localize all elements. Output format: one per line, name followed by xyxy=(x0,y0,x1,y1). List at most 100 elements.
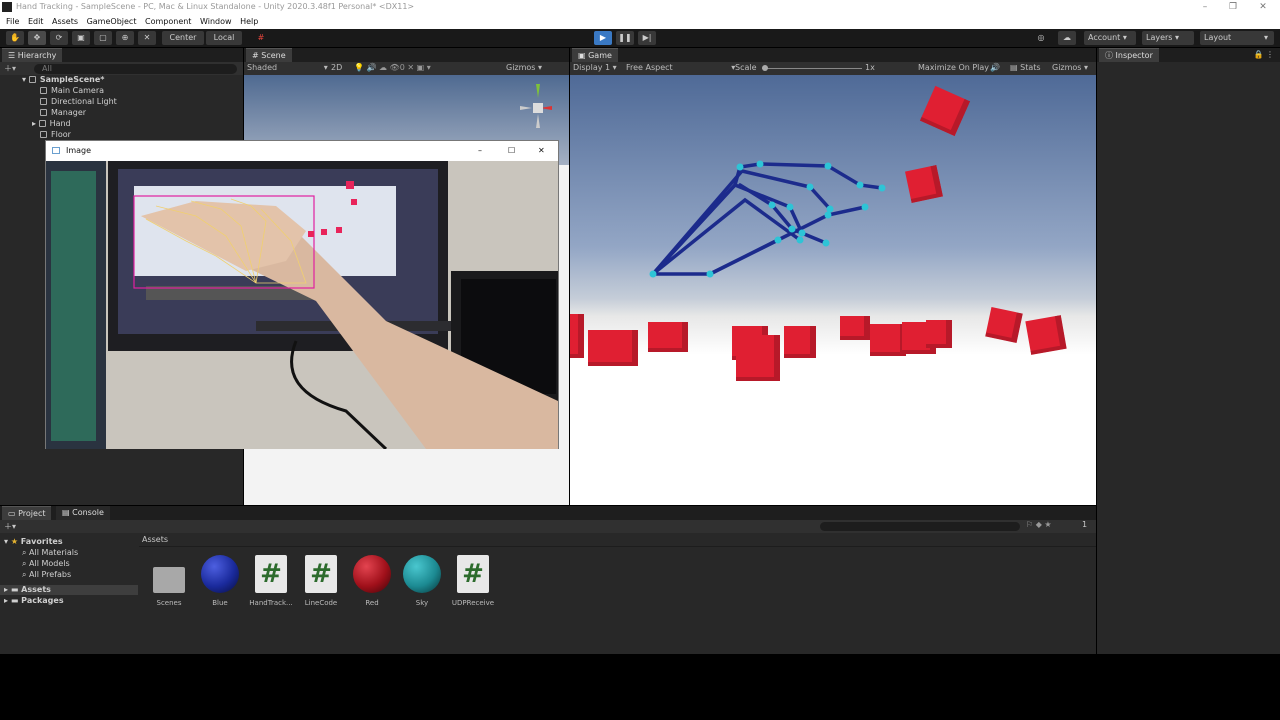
image-close-icon[interactable]: ✕ xyxy=(538,141,545,161)
collab-icon[interactable]: ◎ xyxy=(1034,31,1048,45)
layers-dropdown[interactable]: Layers ▾ xyxy=(1142,31,1194,45)
pivot-center-button[interactable]: Center xyxy=(162,31,204,45)
menu-window[interactable]: Window xyxy=(200,15,232,29)
shading-mode-dropdown[interactable]: Shaded ▾ xyxy=(247,63,328,72)
hierarchy-item-floor[interactable]: Floor xyxy=(40,130,71,140)
game-gizmos-dropdown[interactable]: Gizmos ▾ xyxy=(1052,63,1088,72)
maximize-on-play-toggle[interactable]: Maximize On Play xyxy=(918,63,989,72)
asset-sky[interactable]: Sky xyxy=(397,555,447,607)
hierarchy-item-label: Floor xyxy=(51,130,71,139)
menu-component[interactable]: Component xyxy=(145,15,191,29)
aspect-dropdown[interactable]: Free Aspect ▾ xyxy=(626,63,735,72)
image-maximize-icon[interactable]: ☐ xyxy=(508,141,515,161)
rotate-tool-icon[interactable]: ⟳ xyxy=(50,31,68,45)
gameobject-icon xyxy=(40,109,47,116)
stats-toggle[interactable]: ▤ Stats xyxy=(1010,63,1041,72)
account-label: Account xyxy=(1088,33,1121,42)
asset-linecode[interactable]: # LineCode xyxy=(296,555,346,607)
project-breadcrumb: Assets xyxy=(139,533,1096,547)
tab-project[interactable]: ▭ Project xyxy=(2,506,52,520)
step-button[interactable]: ▶| xyxy=(638,31,656,45)
close-icon[interactable]: ✕ xyxy=(1248,0,1278,14)
red-cube xyxy=(570,314,584,358)
material-sphere-icon xyxy=(403,555,441,593)
pivot-local-button[interactable]: Local xyxy=(206,31,242,45)
menu-gameobject[interactable]: GameObject xyxy=(87,15,137,29)
pivot-center-label: Center xyxy=(169,33,197,42)
scene-root[interactable]: ▾ SampleScene* xyxy=(22,75,104,85)
transform-tool-icon[interactable]: ⊕ xyxy=(116,31,134,45)
asset-udpreceive[interactable]: # UDPReceive xyxy=(448,555,498,607)
asset-label: LineCode xyxy=(304,599,338,607)
hand-tool-icon[interactable]: ✋ xyxy=(6,31,24,45)
hierarchy-item-directional-light[interactable]: Directional Light xyxy=(40,97,117,107)
hidden-packages-count: 1 xyxy=(1082,520,1088,529)
grid-snap-icon[interactable]: # xyxy=(254,31,268,45)
rect-tool-icon[interactable]: ▢ xyxy=(94,31,112,45)
favorite-item-all-materials[interactable]: ⌕ All Materials xyxy=(22,548,78,558)
minimize-icon[interactable]: – xyxy=(1190,0,1220,14)
favorite-item-all-prefabs[interactable]: ⌕ All Prefabs xyxy=(22,570,71,580)
asset-red[interactable]: Red xyxy=(347,555,397,607)
2d-toggle[interactable]: 2D xyxy=(331,63,342,72)
hierarchy-item-label: Manager xyxy=(51,108,87,117)
inspector-menu-icon[interactable]: 🔒 ⋮ xyxy=(1253,50,1274,59)
gameobject-icon xyxy=(40,98,47,105)
favorite-item-all-models[interactable]: ⌕ All Models xyxy=(22,559,70,569)
favorite-item-label: All Prefabs xyxy=(29,570,72,579)
menu-assets[interactable]: Assets xyxy=(52,15,78,29)
scale-slider-handle[interactable] xyxy=(762,65,768,71)
display-dropdown[interactable]: Display 1 ▾ xyxy=(573,63,617,72)
project-add-icon[interactable]: ＋▾ xyxy=(4,521,16,532)
red-cube xyxy=(648,322,688,352)
move-tool-icon[interactable]: ✥ xyxy=(28,31,46,45)
game-gizmos-label: Gizmos xyxy=(1052,63,1082,72)
hierarchy-item-main-camera[interactable]: Main Camera xyxy=(40,86,104,96)
asset-scenes[interactable]: Scenes xyxy=(144,555,194,607)
image-window-icon xyxy=(52,147,60,154)
tree-item-packages[interactable]: ▸ ▬ Packages xyxy=(4,596,64,606)
hierarchy-item-label: Directional Light xyxy=(51,97,117,106)
mute-audio-icon[interactable]: 🔊 xyxy=(990,63,1000,72)
restore-icon[interactable]: ❐ xyxy=(1218,0,1248,14)
menu-file[interactable]: File xyxy=(6,15,19,29)
tab-scene[interactable]: # Scene xyxy=(246,48,292,62)
tree-item-assets[interactable]: ▸ ▬ Assets xyxy=(0,585,138,595)
menu-help[interactable]: Help xyxy=(240,15,258,29)
project-search-input[interactable] xyxy=(820,522,1020,531)
asset-blue[interactable]: Blue xyxy=(195,555,245,607)
asset-label: HandTrack... xyxy=(249,599,293,607)
scale-tool-icon[interactable]: ▣ xyxy=(72,31,90,45)
console-tab-label: Console xyxy=(72,508,104,517)
custom-tool-icon[interactable]: ✕ xyxy=(138,31,156,45)
tab-hierarchy[interactable]: ☰ Hierarchy xyxy=(2,48,63,62)
menu-edit[interactable]: Edit xyxy=(28,15,44,29)
add-icon[interactable]: ＋▾ xyxy=(4,63,16,74)
account-dropdown[interactable]: Account ▾ xyxy=(1084,31,1136,45)
project-filter-icons[interactable]: ⚐ ◆ ★ xyxy=(1026,520,1052,529)
tab-inspector[interactable]: ⓘ Inspector xyxy=(1099,48,1159,62)
tab-game[interactable]: ▣ Game xyxy=(572,48,618,62)
red-cube xyxy=(784,326,816,358)
project-tab-label: Project xyxy=(18,509,46,518)
scene-tools-icons[interactable]: 💡 🔊 ☁ 👁0 ✕ ▣ ▾ xyxy=(354,63,431,72)
tree-item-label: Packages xyxy=(21,596,64,605)
layout-label: Layout xyxy=(1204,33,1232,42)
hierarchy-item-manager[interactable]: Manager xyxy=(40,108,86,118)
scene-gizmos-dropdown[interactable]: Gizmos ▾ xyxy=(506,63,542,72)
pause-button[interactable]: ❚❚ xyxy=(616,31,634,45)
hierarchy-item-hand[interactable]: ▸ Hand xyxy=(32,119,71,129)
cloud-icon[interactable]: ☁ xyxy=(1058,31,1076,45)
tab-console[interactable]: ▤ Console xyxy=(56,506,110,520)
play-button[interactable]: ▶ xyxy=(594,31,612,45)
layout-dropdown[interactable]: Layout ▾ xyxy=(1200,31,1274,45)
game-tab-label: Game xyxy=(588,51,612,60)
favorites-root[interactable]: ▾ ★ Favorites xyxy=(4,537,63,547)
image-minimize-icon[interactable]: – xyxy=(478,141,482,161)
scale-slider[interactable] xyxy=(762,65,862,71)
red-cube xyxy=(1025,315,1067,355)
hierarchy-search-input[interactable]: All xyxy=(34,64,237,74)
breadcrumb-assets[interactable]: Assets xyxy=(142,535,168,544)
scene-orientation-gizmo-icon[interactable] xyxy=(514,80,564,132)
asset-handtracking[interactable]: # HandTrack... xyxy=(246,555,296,607)
